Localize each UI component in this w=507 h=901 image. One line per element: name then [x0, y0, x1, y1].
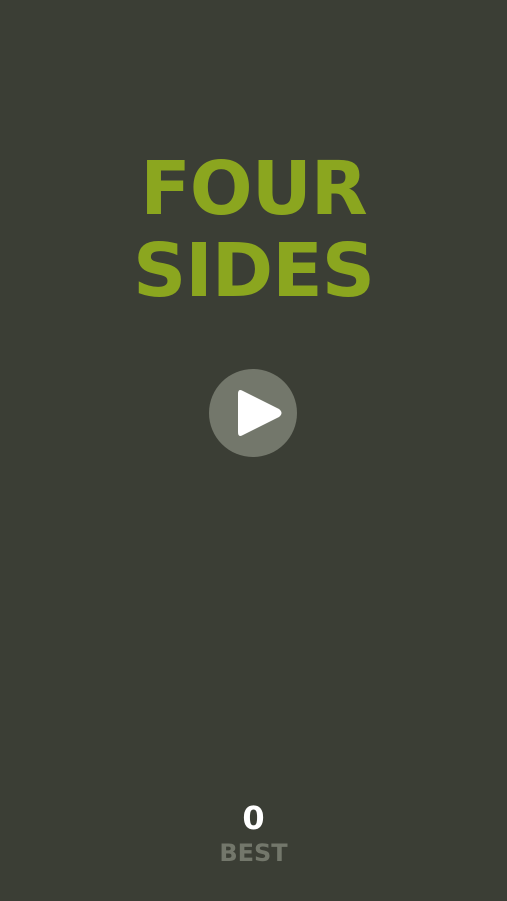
game-title-line-2: SIDES — [132, 228, 375, 314]
play-button[interactable] — [209, 369, 297, 457]
play-icon — [238, 390, 282, 436]
game-start-screen: FOUR SIDES 0 BEST — [0, 0, 507, 901]
best-score-value: 0 — [242, 799, 265, 837]
game-title-line-1: FOUR — [140, 146, 368, 232]
best-score-label: BEST — [219, 839, 288, 867]
